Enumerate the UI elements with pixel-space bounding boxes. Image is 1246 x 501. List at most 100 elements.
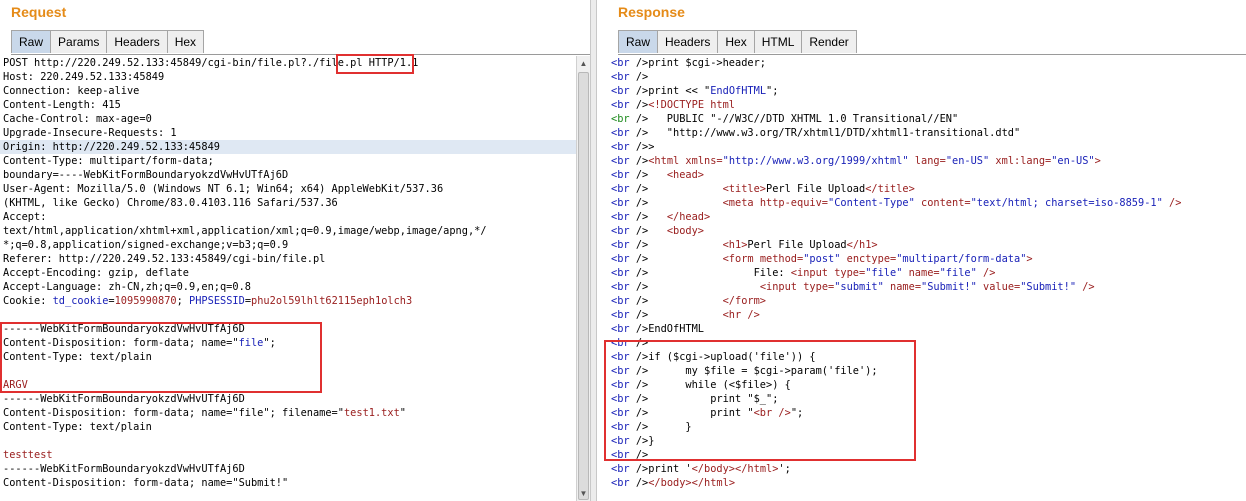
- code-token: EndOfHTML: [710, 85, 767, 97]
- code-token: />: [635, 71, 649, 83]
- code-token: <meta: [722, 197, 760, 209]
- response-line: <br /> <body>: [597, 224, 1246, 238]
- request-tab-headers[interactable]: Headers: [106, 30, 168, 53]
- code-token: ------WebKitFormBoundaryokzdVwHvUTfAj6D: [3, 463, 245, 475]
- code-token: <br: [611, 365, 636, 377]
- code-token: />: [635, 99, 649, 111]
- code-token: <br: [611, 309, 636, 321]
- code-token: <input: [759, 281, 804, 293]
- code-token: Host: 220.249.52.133:45849: [3, 71, 165, 83]
- response-tab-html[interactable]: HTML: [753, 30, 803, 53]
- code-token: name=: [902, 267, 940, 279]
- code-token: ------WebKitFormBoundaryokzdVwHvUTfAj6D: [3, 323, 245, 335]
- code-token: <br: [611, 323, 636, 335]
- code-token: <br: [611, 155, 636, 167]
- code-token: <br: [611, 57, 636, 69]
- response-line: <br /> <meta http-equiv="Content-Type" c…: [597, 196, 1246, 210]
- response-line: <br /> <form method="post" enctype="mult…: [597, 252, 1246, 266]
- pane-divider[interactable]: [590, 0, 597, 501]
- request-tab-hex[interactable]: Hex: [166, 30, 205, 53]
- response-line: <br /> </head>: [597, 210, 1246, 224]
- response-line: <br />: [597, 70, 1246, 84]
- code-token: /> PUBLIC "-//W3C//DTD XHTML 1.0 Transit…: [635, 113, 959, 125]
- scroll-down-arrow-icon[interactable]: ▼: [577, 487, 590, 500]
- code-token: /> print ": [635, 407, 754, 419]
- response-tab-hex[interactable]: Hex: [717, 30, 755, 53]
- response-tab-raw[interactable]: Raw: [618, 30, 659, 53]
- code-token: <br />: [753, 407, 791, 419]
- code-token: ";: [263, 337, 276, 349]
- code-token: <br: [611, 393, 636, 405]
- code-token: <br: [611, 239, 636, 251]
- request-line: Content-Type: text/plain: [0, 350, 576, 364]
- code-token: <br: [611, 407, 636, 419]
- request-line: POST http://220.249.52.133:45849/cgi-bin…: [0, 56, 576, 70]
- code-token: "text/html; charset=iso-8859-1": [970, 197, 1163, 209]
- code-token: ------WebKitFormBoundaryokzdVwHvUTfAj6D: [3, 393, 245, 405]
- code-token: </title>: [865, 183, 915, 195]
- response-line: <br /> }: [597, 420, 1246, 434]
- code-token: (KHTML, like Gecko) Chrome/83.0.4103.116…: [3, 197, 338, 209]
- request-line: text/html,application/xhtml+xml,applicat…: [0, 224, 576, 238]
- code-token: >: [1026, 253, 1033, 265]
- code-token: <title>: [722, 183, 767, 195]
- request-tab-params[interactable]: Params: [50, 30, 108, 53]
- request-tab-raw[interactable]: Raw: [11, 30, 52, 53]
- response-line: <br /> <hr />: [597, 308, 1246, 322]
- code-token: Perl File Upload: [747, 239, 847, 251]
- request-line: Content-Type: multipart/form-data;: [0, 154, 576, 168]
- code-token: <br: [611, 379, 636, 391]
- response-tab-render[interactable]: Render: [801, 30, 857, 53]
- scroll-up-arrow-icon[interactable]: ▲: [577, 57, 590, 70]
- code-token: />print << ": [635, 85, 711, 97]
- code-token: <br: [611, 71, 636, 83]
- code-token: />: [635, 211, 667, 223]
- request-line: ------WebKitFormBoundaryokzdVwHvUTfAj6D: [0, 462, 576, 476]
- request-line: User-Agent: Mozilla/5.0 (Windows NT 6.1;…: [0, 182, 576, 196]
- code-token: http-equiv=: [759, 197, 829, 209]
- code-token: "post": [803, 253, 841, 265]
- code-token: type=: [834, 267, 866, 279]
- request-title: Request: [11, 4, 67, 20]
- code-token: type=: [803, 281, 835, 293]
- request-scrollbar[interactable]: ▲ ▼: [576, 56, 590, 501]
- code-token: Content-Type: text/plain: [3, 351, 152, 363]
- code-token: >: [1094, 155, 1101, 167]
- code-token: Content-Type: text/plain: [3, 421, 152, 433]
- code-token: <br: [611, 141, 636, 153]
- code-token: Cache-Control: max-age=0: [3, 113, 152, 125]
- response-line: <br /><html xmlns="http://www.w3.org/199…: [597, 154, 1246, 168]
- response-tab-headers[interactable]: Headers: [657, 30, 719, 53]
- response-line: <br />}: [597, 434, 1246, 448]
- scroll-thumb[interactable]: [578, 72, 589, 500]
- response-title: Response: [618, 4, 685, 20]
- response-line: <br /> my $file = $cgi->param('file');: [597, 364, 1246, 378]
- code-token: <br: [611, 99, 636, 111]
- code-token: name=: [883, 281, 922, 293]
- response-editor[interactable]: <br />print $cgi->header; <br /> <br />pri…: [597, 56, 1246, 501]
- code-token: </body>: [691, 463, 736, 475]
- code-token: <br: [611, 421, 636, 433]
- response-line: <br /> File: <input type="file" name="fi…: [597, 266, 1246, 280]
- response-line: <br /><!DOCTYPE html: [597, 98, 1246, 112]
- code-token: "en-US": [945, 155, 990, 167]
- request-line: Accept-Language: zh-CN,zh;q=0.9,en;q=0.8: [0, 280, 576, 294]
- code-token: <br: [611, 211, 636, 223]
- response-line: <br /> </form>: [597, 294, 1246, 308]
- code-token: />: [635, 449, 649, 461]
- code-token: POST http://220.249.52.133:45849/cgi-bin…: [3, 57, 419, 69]
- request-line: Cookie: td_cookie=1095990870; PHPSESSID=…: [0, 294, 576, 308]
- code-token: text/html,application/xhtml+xml,applicat…: [3, 225, 487, 237]
- code-token: <br: [611, 127, 636, 139]
- code-token: <br: [611, 351, 636, 363]
- request-line: Content-Disposition: form-data; name="Su…: [0, 476, 576, 490]
- code-token: </form>: [722, 295, 767, 307]
- request-editor[interactable]: POST http://220.249.52.133:45849/cgi-bin…: [0, 56, 576, 501]
- code-token: "en-US": [1051, 155, 1095, 167]
- code-token: Cookie:: [3, 295, 53, 307]
- code-token: 1095990870: [114, 295, 177, 307]
- code-token: </html>: [735, 463, 779, 475]
- code-token: />: [635, 477, 649, 489]
- response-line: <br /> <head>: [597, 168, 1246, 182]
- response-line: <br /> print "<br />";: [597, 406, 1246, 420]
